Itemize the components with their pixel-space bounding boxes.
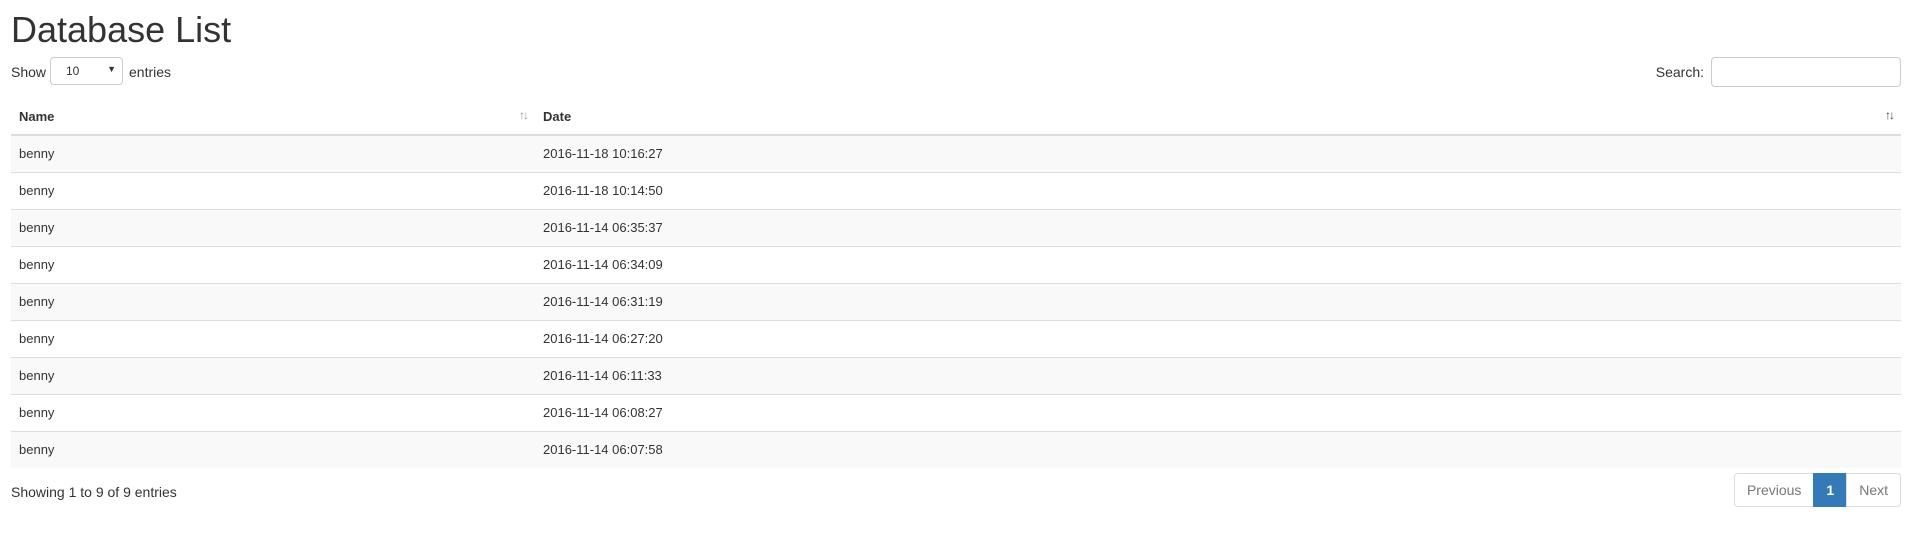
column-header-name[interactable]: Name ↑↓ [11,99,535,136]
table-row[interactable]: benny 2016-11-14 06:08:27 [11,393,1901,431]
next-button[interactable]: Next [1846,473,1901,507]
table-row[interactable]: benny 2016-11-14 06:34:09 [11,245,1901,283]
show-label: Show [11,64,47,80]
page-1-button[interactable]: 1 [1813,473,1848,507]
sort-icon: ↑↓ [519,108,529,122]
table-info: Showing 1 to 9 of 9 entries [11,484,177,500]
table-controls: Show 10 ▼ entries Search: [11,57,1901,87]
table-row[interactable]: benny 2016-11-14 06:31:19 [11,282,1901,320]
cell-name: benny [11,208,535,246]
cell-date: 2016-11-14 06:07:58 [535,430,1901,468]
cell-name: benny [11,135,535,172]
cell-name: benny [11,319,535,357]
cell-date: 2016-11-14 06:35:37 [535,208,1901,246]
table-row[interactable]: benny 2016-11-14 06:35:37 [11,208,1901,246]
cell-name: benny [11,171,535,209]
database-table: Name ↑↓ Date ↑↓ benny 2016-11-18 10:16:2… [11,99,1901,468]
table-row[interactable]: benny 2016-11-14 06:27:20 [11,319,1901,357]
column-header-label: Name [19,109,55,124]
page-length-value: 10 [66,64,80,78]
cell-date: 2016-11-14 06:27:20 [535,319,1901,357]
search-input[interactable] [1711,57,1901,87]
table-row[interactable]: benny 2016-11-14 06:11:33 [11,356,1901,394]
cell-name: benny [11,356,535,394]
cell-date: 2016-11-14 06:31:19 [535,282,1901,320]
cell-name: benny [11,393,535,431]
table-row[interactable]: benny 2016-11-18 10:16:27 [11,135,1901,172]
pagination: Previous 1 Next [1733,473,1901,507]
search-label: Search: [1655,64,1704,80]
cell-date: 2016-11-18 10:14:50 [535,171,1901,209]
page-length-select[interactable]: 10 ▼ [50,57,123,85]
column-header-label: Date [543,109,572,124]
sort-desc-icon: ↑↓ [1885,108,1895,122]
cell-name: benny [11,245,535,283]
cell-date: 2016-11-14 06:34:09 [535,245,1901,283]
table-row[interactable]: benny 2016-11-14 06:07:58 [11,430,1901,468]
cell-date: 2016-11-18 10:16:27 [535,135,1901,172]
page-title: Database List [11,9,232,50]
cell-name: benny [11,282,535,320]
chevron-down-icon: ▼ [107,64,116,74]
column-header-date[interactable]: Date ↑↓ [535,99,1901,136]
cell-name: benny [11,430,535,468]
previous-button[interactable]: Previous [1733,473,1815,507]
table-header-row: Name ↑↓ Date ↑↓ [11,99,1901,136]
cell-date: 2016-11-14 06:08:27 [535,393,1901,431]
table-row[interactable]: benny 2016-11-18 10:14:50 [11,171,1901,209]
cell-date: 2016-11-14 06:11:33 [535,356,1901,394]
entries-label: entries [129,64,172,80]
